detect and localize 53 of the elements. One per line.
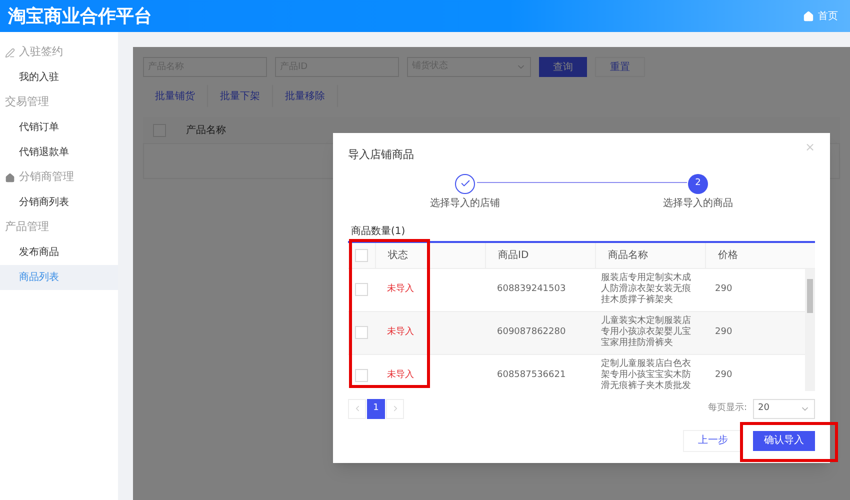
step-number: 2 xyxy=(688,174,708,194)
price-cell-text: 290 xyxy=(714,368,734,382)
menu-item[interactable]: 发布商品 xyxy=(0,240,118,265)
batch-action-button[interactable]: 批量下架 xyxy=(208,85,273,107)
batch-action-button[interactable]: 批量移除 xyxy=(273,85,338,107)
scrollbar[interactable] xyxy=(805,268,815,390)
pencil-icon xyxy=(5,48,15,58)
column-header: 价格 xyxy=(705,242,815,268)
status-cell-text: 未导入 xyxy=(386,368,415,382)
step-label: 选择导入的店铺 xyxy=(430,196,500,210)
page-size-select[interactable]: 20 xyxy=(753,398,815,418)
checkbox[interactable] xyxy=(355,248,368,262)
menu-group-label: 交易管理 xyxy=(5,94,49,110)
next-page-button[interactable] xyxy=(386,398,404,418)
name-cell-text: 定制儿童服装店白色衣架专用小孩宝宝实木防滑无痕裤子夹木质批发 xyxy=(600,359,692,390)
id-cell-text: 608587536621 xyxy=(496,368,567,382)
page-button[interactable]: 1 xyxy=(367,398,385,418)
confirm-import-button[interactable]: 确认导入 xyxy=(753,430,815,450)
id-cell-text: 608839241503 xyxy=(496,282,567,296)
tab[interactable]: 商品数量(1) xyxy=(348,226,408,238)
checkbox[interactable] xyxy=(355,283,368,296)
menu-item[interactable]: 代销退款单 xyxy=(0,140,118,165)
id-cell-text: 609087862280 xyxy=(496,326,567,339)
menu-item[interactable]: 我的入驻 xyxy=(0,65,118,90)
menu-item[interactable]: 商品列表 xyxy=(0,265,118,290)
page-size-label: 每页显示: xyxy=(708,402,747,415)
menu-group-label: 分销商管理 xyxy=(19,169,74,186)
name-cell-text: 服装店专用定制实木成人防滑凉衣架女装无痕挂木质撑子裤架夹 xyxy=(600,273,692,306)
home-icon xyxy=(803,10,814,22)
menu-group-label: 入驻签约 xyxy=(19,44,63,60)
status-cell-text: 未导入 xyxy=(386,282,415,296)
dialog-title: 导入店铺商品 xyxy=(348,147,414,163)
price-cell-text: 290 xyxy=(714,326,734,339)
column-header: 商品名称 xyxy=(595,242,705,268)
column-header: 商品ID xyxy=(485,242,595,268)
query-button[interactable]: 查询 xyxy=(539,57,587,77)
prev-page-button[interactable] xyxy=(348,398,366,418)
home-icon xyxy=(5,172,15,182)
price-cell-text: 290 xyxy=(714,282,734,296)
app-title: 淘宝商业合作平台 xyxy=(8,4,152,28)
menu-item[interactable]: 分销商列表 xyxy=(0,190,118,215)
previous-step-button[interactable]: 上一步 xyxy=(683,430,743,452)
reset-button[interactable]: 重置 xyxy=(595,57,645,77)
status-cell-text: 未导入 xyxy=(386,326,415,339)
batch-action-button[interactable]: 批量铺货 xyxy=(143,85,208,107)
name-cell-text: 儿童装实木定制服装店专用小孩凉衣架婴儿宝宝家用挂防滑裤夹 xyxy=(600,316,692,349)
checkbox[interactable] xyxy=(355,369,368,382)
step-label: 选择导入的商品 xyxy=(663,196,733,210)
column-header: 产品名称 xyxy=(186,124,226,138)
column-header: 状态 xyxy=(375,242,485,268)
checkbox[interactable] xyxy=(355,326,368,339)
menu-group-label: 产品管理 xyxy=(5,219,49,236)
menu-item[interactable]: 代销订单 xyxy=(0,115,118,140)
